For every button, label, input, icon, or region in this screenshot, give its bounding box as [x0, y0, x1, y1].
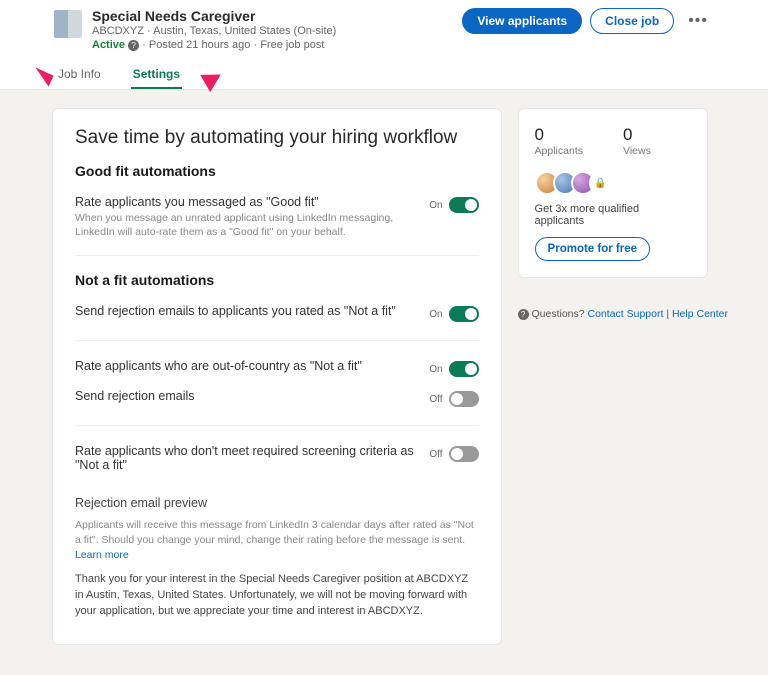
applicants-count: 0	[535, 125, 583, 145]
info-icon[interactable]: ?	[128, 40, 139, 51]
toggle-label: On	[429, 364, 442, 375]
good-fit-heading: Good fit automations	[75, 163, 479, 179]
rejection-preview-heading: Rejection email preview	[75, 496, 479, 510]
settings-card: Save time by automating your hiring work…	[52, 108, 502, 645]
toggle-label: Off	[429, 449, 442, 460]
company-logo	[54, 10, 82, 38]
help-icon[interactable]: ?	[518, 309, 529, 320]
rejection-body: Thank you for your interest in the Speci…	[75, 572, 479, 620]
status-active: Active	[92, 39, 125, 51]
send-rejection-toggle[interactable]	[449, 306, 479, 322]
applicants-label: Applicants	[535, 145, 583, 157]
promote-button[interactable]: Promote for free	[535, 237, 650, 261]
send-rejection2-title: Send rejection emails	[75, 389, 195, 403]
learn-more-link[interactable]: Learn more	[75, 549, 129, 561]
promo-text: Get 3x more qualified applicants	[535, 203, 691, 227]
out-country-title: Rate applicants who are out-of-country a…	[75, 359, 362, 373]
toggle-label: On	[429, 200, 442, 211]
close-job-button[interactable]: Close job	[590, 8, 674, 34]
tab-settings[interactable]: Settings	[131, 61, 182, 89]
screening-toggle[interactable]	[449, 446, 479, 462]
good-fit-rate-toggle[interactable]	[449, 197, 479, 213]
annotation-arrow-1	[30, 67, 53, 86]
send-rejection-title: Send rejection emails to applicants you …	[75, 304, 396, 318]
job-subtitle: ABCDXYZ · Austin, Texas, United States (…	[92, 25, 336, 37]
send-rejection2-toggle[interactable]	[449, 391, 479, 407]
annotation-arrow-2	[200, 66, 226, 92]
help-center-link[interactable]: Help Center	[672, 308, 728, 320]
views-label: Views	[623, 145, 651, 157]
job-title: Special Needs Caregiver	[92, 8, 336, 24]
avatar-cluster: 🔒	[535, 171, 691, 195]
rejection-note: Applicants will receive this message fro…	[75, 518, 479, 562]
contact-support-link[interactable]: Contact Support	[588, 308, 664, 320]
lock-icon: 🔒	[589, 171, 613, 195]
stats-card: 0 Applicants 0 Views 🔒 Get 3x more quali…	[518, 108, 708, 278]
toggle-label: On	[429, 309, 442, 320]
not-fit-heading: Not a fit automations	[75, 272, 479, 288]
good-fit-rate-title: Rate applicants you messaged as "Good fi…	[75, 195, 429, 209]
out-country-toggle[interactable]	[449, 361, 479, 377]
toggle-label: Off	[429, 394, 442, 405]
tab-job-info[interactable]: Job Info	[56, 61, 103, 89]
job-meta: Active ? · Posted 21 hours ago · Free jo…	[92, 39, 336, 51]
posted-time: Posted 21 hours ago	[149, 39, 251, 51]
view-applicants-button[interactable]: View applicants	[462, 8, 582, 34]
views-count: 0	[623, 125, 651, 145]
page-title: Save time by automating your hiring work…	[75, 127, 479, 149]
screening-title: Rate applicants who don't meet required …	[75, 444, 429, 472]
overflow-icon[interactable]: •••	[682, 12, 714, 30]
good-fit-rate-sub: When you message an unrated applicant us…	[75, 211, 429, 239]
post-type: Free job post	[260, 39, 324, 51]
questions-line: ? Questions? Contact Support | Help Cent…	[518, 308, 728, 320]
